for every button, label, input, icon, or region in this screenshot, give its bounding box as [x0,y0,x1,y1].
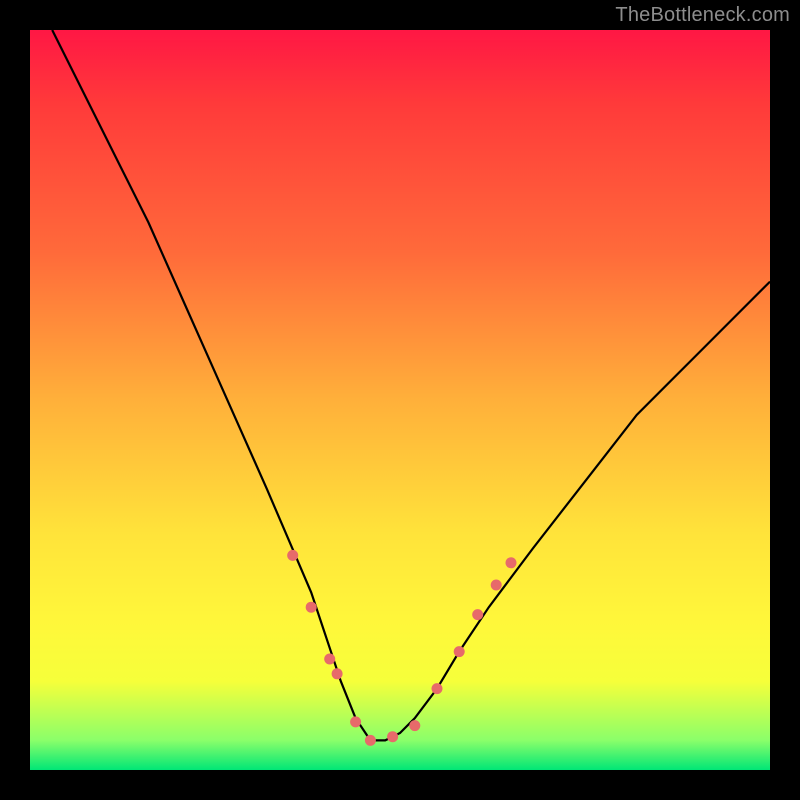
marker-dot [324,654,335,665]
marker-dot [387,731,398,742]
marker-pill [484,592,494,607]
curve-markers [287,550,516,746]
marker-dot [472,609,483,620]
marker-dot [365,735,376,746]
curve-layer [30,30,770,770]
bottleneck-curve [52,30,770,740]
marker-dot [506,557,517,568]
marker-dot [287,550,298,561]
marker-dot [350,716,361,727]
marker-pill [421,703,430,718]
watermark-text: TheBottleneck.com [615,4,790,27]
marker-pill [440,666,449,681]
marker-dot [491,580,502,591]
marker-dot [454,646,465,657]
plot-area [30,30,770,770]
marker-dot [332,668,343,679]
marker-dot [306,602,317,613]
marker-dot [409,720,420,731]
marker-dot [432,683,443,694]
chart-frame: TheBottleneck.com [0,0,800,800]
